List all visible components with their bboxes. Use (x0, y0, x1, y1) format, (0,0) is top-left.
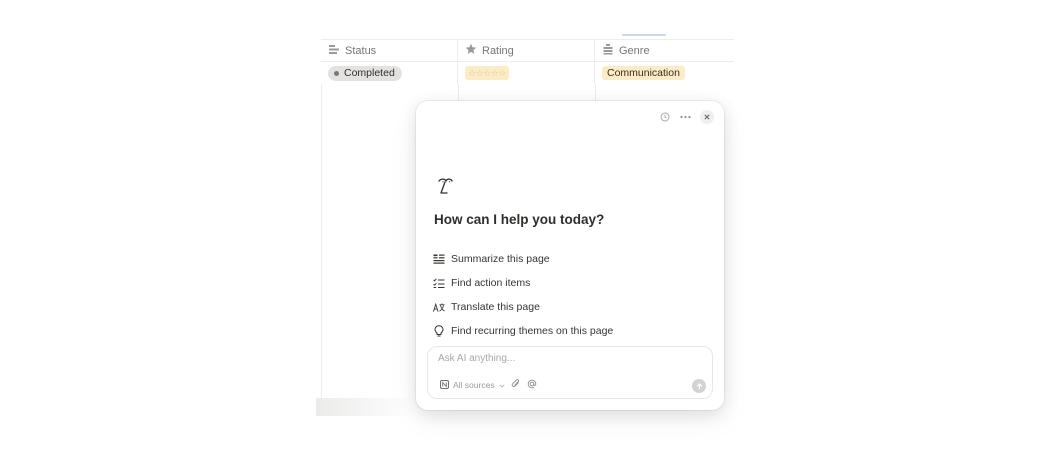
column-header-genre[interactable]: Genre (595, 40, 734, 61)
table-header: Status Rating Genre (321, 39, 734, 62)
sources-label: All sources (453, 380, 495, 390)
composer-toolbar: All sources (440, 379, 537, 391)
translate-icon (433, 301, 445, 313)
ai-assistant-panel: How can I help you today? Summarize this… (416, 101, 724, 410)
status-label: Completed (344, 67, 395, 79)
column-header-rating[interactable]: Rating (458, 40, 595, 61)
status-cell[interactable]: Completed (321, 62, 458, 84)
suggestion-action-items[interactable]: Find action items (433, 271, 613, 295)
selection-accent (622, 34, 666, 36)
suggestion-translate[interactable]: Translate this page (433, 295, 613, 319)
suggestion-summarize[interactable]: Summarize this page (433, 247, 613, 271)
notion-icon (440, 379, 449, 391)
column-label: Status (345, 44, 377, 57)
column-label: Rating (482, 44, 514, 57)
suggestion-label: Translate this page (451, 301, 540, 313)
summary-icon (433, 253, 445, 265)
column-divider (321, 84, 322, 404)
table-row: Completed ☆☆☆☆☆ Communication (321, 62, 734, 84)
column-header-status[interactable]: Status (321, 40, 458, 61)
ai-assistant-icon (435, 175, 457, 197)
suggestion-list: Summarize this page Find action items Tr… (433, 247, 613, 343)
status-dot (334, 70, 339, 76)
genre-cell[interactable]: Communication (595, 62, 734, 84)
scroll-shadow (316, 398, 416, 416)
send-button[interactable] (692, 379, 706, 393)
assistant-greeting: How can I help you today? (434, 212, 605, 227)
rating-cell[interactable]: ☆☆☆☆☆ (458, 62, 595, 84)
panel-controls (658, 110, 714, 124)
suggestion-label: Summarize this page (451, 253, 550, 265)
sources-selector[interactable]: All sources (440, 379, 505, 391)
suggestion-label: Find action items (451, 277, 531, 289)
chevron-down-icon (499, 380, 505, 390)
ask-ai-composer: All sources (427, 346, 713, 399)
lightbulb-icon (433, 325, 445, 337)
suggestion-label: Find recurring themes on this page (451, 325, 614, 337)
ask-ai-input[interactable] (438, 353, 698, 364)
status-badge: Completed (328, 65, 402, 81)
attachment-icon[interactable] (511, 379, 521, 391)
mention-icon[interactable] (527, 379, 537, 391)
checklist-icon (433, 277, 445, 289)
arrow-up-icon (696, 382, 702, 389)
genre-tag: Communication (602, 66, 685, 80)
suggestion-recurring-themes[interactable]: Find recurring themes on this page (433, 319, 613, 343)
column-label: Genre (619, 44, 650, 57)
more-options-icon[interactable] (679, 111, 692, 124)
history-icon[interactable] (658, 111, 671, 124)
status-icon (328, 43, 340, 58)
list-icon (602, 43, 614, 58)
star-icon (465, 43, 477, 58)
rating-stars: ☆☆☆☆☆ (465, 66, 509, 80)
close-icon[interactable] (700, 110, 714, 124)
